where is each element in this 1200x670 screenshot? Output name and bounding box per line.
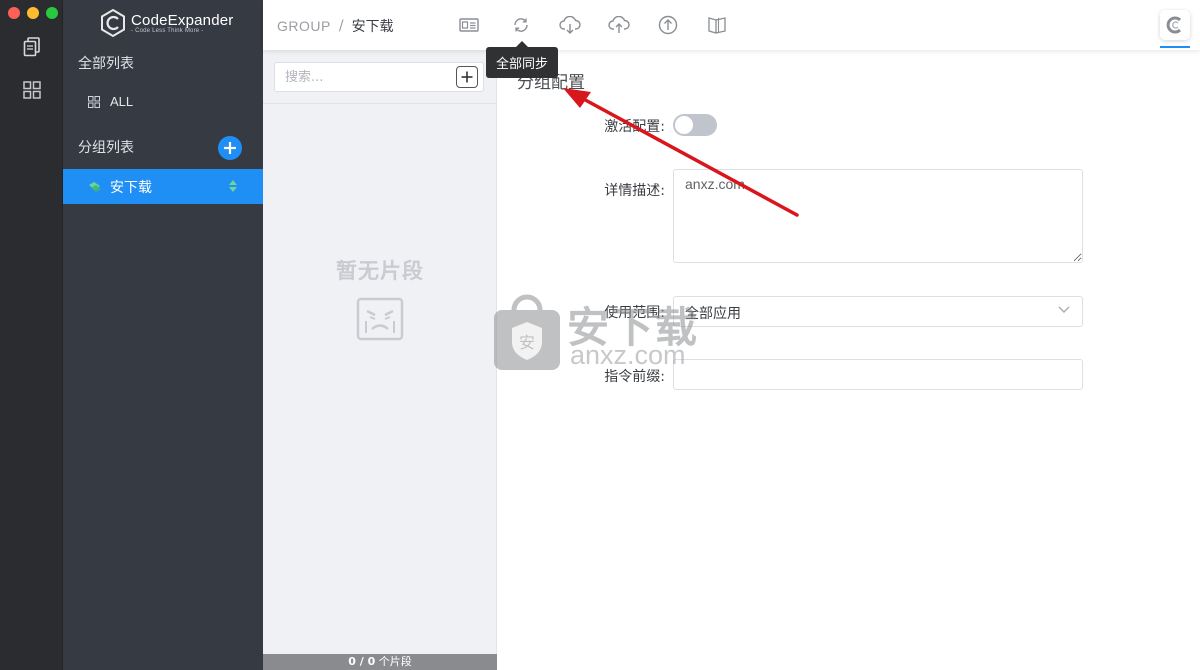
toggle-knob <box>675 116 693 134</box>
plus-icon <box>461 71 473 83</box>
snippet-count-unit: 个片段 <box>378 655 412 668</box>
description-label: 详情描述: <box>604 183 665 199</box>
list-divider <box>263 103 497 104</box>
card-icon[interactable] <box>458 14 480 36</box>
icon-rail <box>0 0 63 670</box>
brand-logo: CodeExpander - Code Less Think More - <box>99 8 233 38</box>
sidebar-item-all-label: ALL <box>110 94 134 109</box>
sidebar: CodeExpander - Code Less Think More - 全部… <box>63 0 263 670</box>
book-icon[interactable] <box>706 14 728 36</box>
brand-name: CodeExpander <box>131 12 234 29</box>
prefix-label: 指令前缀: <box>604 369 665 385</box>
cloud-download-icon[interactable] <box>559 14 581 36</box>
breadcrumb-separator: / <box>338 18 344 34</box>
top-toolbar: GROUP / 安下载 <box>263 0 1200 50</box>
empty-state-text: 暂无片段 <box>336 258 424 283</box>
breadcrumb-root[interactable]: GROUP <box>277 18 331 34</box>
group-config-form: 分组配置 激活配置: 详情描述: anxz.com 使用范围: 全部应用 指令前… <box>497 50 1200 670</box>
upload-icon[interactable] <box>657 14 679 36</box>
scope-select[interactable]: 全部应用 <box>673 296 1083 327</box>
sidebar-group-label: 安下载 <box>110 179 152 196</box>
window-zoom-button[interactable] <box>46 7 58 19</box>
scope-select-value: 全部应用 <box>685 306 741 322</box>
snippet-count: 0 / 0 <box>348 655 376 668</box>
prefix-input[interactable] <box>673 359 1083 390</box>
apps-grid-icon[interactable] <box>21 79 43 101</box>
corner-logo-button[interactable] <box>1160 10 1190 40</box>
activate-toggle[interactable] <box>673 114 717 136</box>
add-group-button[interactable] <box>218 136 242 160</box>
description-textarea[interactable]: anxz.com <box>673 169 1083 263</box>
all-list-title: 全部列表 <box>78 56 134 72</box>
snippet-count-footer: 0 / 0 个片段 <box>263 654 497 670</box>
window-close-button[interactable] <box>8 7 20 19</box>
tag-icon <box>89 181 101 192</box>
sync-icon[interactable] <box>510 14 532 36</box>
snippets-icon[interactable] <box>21 36 43 58</box>
codeexpander-logo-icon <box>101 8 125 38</box>
sidebar-group-item[interactable]: 安下载 <box>63 169 263 204</box>
breadcrumb-current: 安下载 <box>351 19 394 35</box>
breadcrumb: GROUP / 安下载 <box>277 16 394 36</box>
search-box <box>274 62 484 92</box>
chevron-down-icon <box>1058 306 1070 313</box>
add-snippet-button[interactable] <box>456 66 478 88</box>
grid-icon <box>88 95 100 108</box>
corner-active-indicator <box>1160 46 1190 48</box>
search-input[interactable] <box>275 63 445 91</box>
sidebar-item-all[interactable]: ALL <box>88 94 133 109</box>
snippet-list-panel: 暂无片段 0 / 0 个片段 <box>263 50 497 670</box>
sync-all-tooltip: 全部同步 <box>486 41 558 78</box>
drag-sort-icon[interactable] <box>229 180 237 192</box>
cloud-upload-icon[interactable] <box>608 14 630 36</box>
codeexpander-corner-icon <box>1166 16 1182 34</box>
empty-face-icon <box>356 297 404 341</box>
scope-label: 使用范围: <box>604 305 665 321</box>
group-list-title: 分组列表 <box>78 140 134 156</box>
plus-icon <box>224 142 236 154</box>
window-minimize-button[interactable] <box>27 7 39 19</box>
activate-label: 激活配置: <box>604 119 665 135</box>
